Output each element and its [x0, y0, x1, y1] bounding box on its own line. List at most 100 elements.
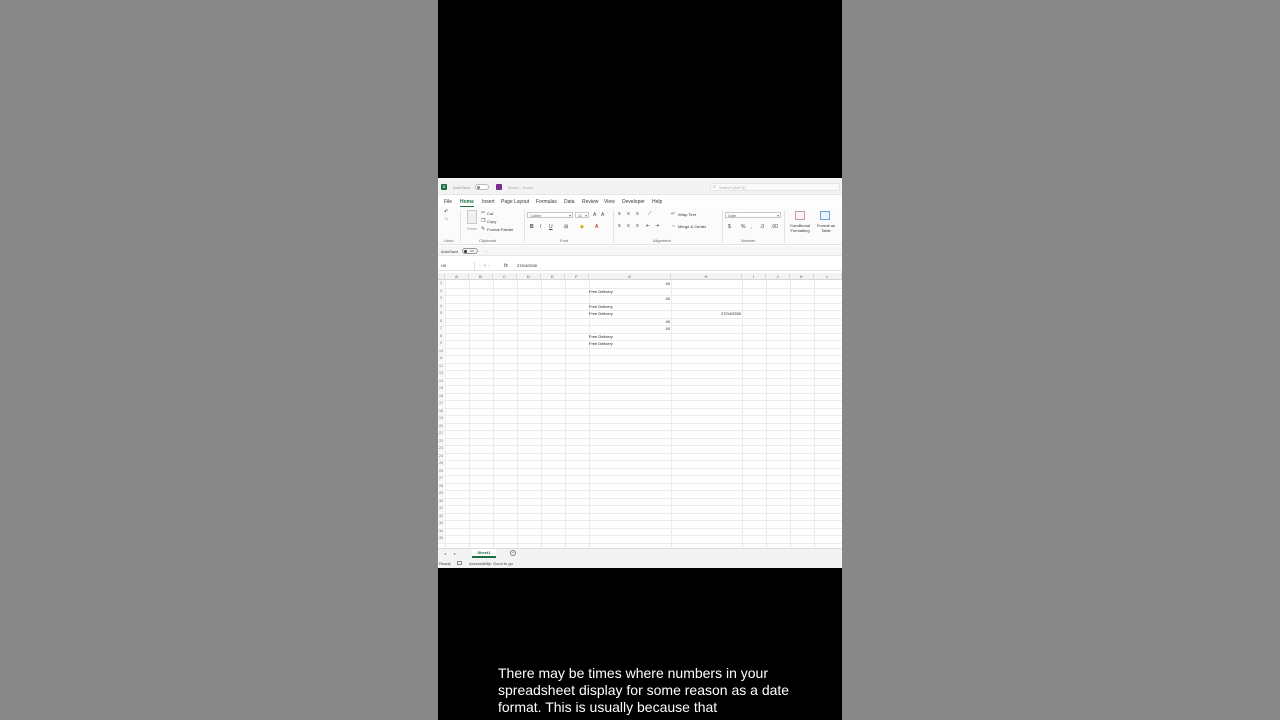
next-sheet-icon[interactable]: ▸ — [454, 551, 456, 556]
sheet-tab-sheet1[interactable]: Sheet1 — [472, 549, 496, 558]
row-header[interactable]: 17 — [438, 400, 444, 407]
copy-button[interactable]: Copy — [487, 219, 496, 224]
cell-g6[interactable]: 40 — [589, 318, 670, 325]
worksheet-grid[interactable]: A B C D E F G H I J K L 1 2 3 4 5 6 7 8 9 10 11 12 1… — [438, 273, 842, 548]
row-header[interactable]: 16 — [438, 392, 444, 400]
row-header[interactable]: 5 — [438, 310, 444, 317]
column-header-h[interactable]: H — [671, 273, 742, 280]
cell-h5[interactable]: 27/04/2530 — [671, 310, 741, 317]
save-icon[interactable] — [496, 184, 502, 190]
column-header-k[interactable]: K — [790, 273, 814, 280]
number-format-select[interactable]: Date — [725, 212, 781, 218]
tab-data[interactable]: Data — [564, 199, 575, 205]
macro-record-icon[interactable] — [457, 561, 462, 565]
wrap-text-button[interactable]: Wrap Text — [678, 212, 696, 217]
row-header[interactable]: 2 — [438, 287, 444, 295]
row-header[interactable]: 10 — [438, 347, 444, 355]
row-header[interactable]: 9 — [438, 340, 444, 347]
add-sheet-button[interactable]: + — [510, 550, 516, 556]
row-header[interactable]: 6 — [438, 317, 444, 325]
row-header[interactable]: 14 — [438, 377, 444, 385]
align-center-icon[interactable]: ≡ — [627, 223, 630, 229]
cell-g7[interactable]: 40 — [589, 325, 670, 332]
row-header[interactable]: 8 — [438, 332, 444, 340]
tab-view[interactable]: View — [604, 199, 615, 205]
redo-icon[interactable]: ↷ — [444, 217, 448, 223]
cell-f9[interactable]: Free Delivery — [589, 340, 669, 347]
column-header-a[interactable]: A — [445, 273, 469, 280]
row-header[interactable]: 25 — [438, 460, 444, 467]
row-header[interactable]: 13 — [438, 370, 444, 377]
row-header[interactable]: 15 — [438, 385, 444, 392]
comma-icon[interactable]: , — [751, 224, 752, 230]
select-all-corner[interactable] — [438, 273, 445, 280]
tab-review[interactable]: Review — [582, 199, 598, 205]
tab-home[interactable]: Home — [460, 199, 474, 207]
row-header[interactable]: 30 — [438, 497, 444, 505]
row-header[interactable]: 35 — [438, 535, 444, 542]
undo-icon[interactable]: ↶ — [444, 209, 448, 215]
row-header[interactable]: 11 — [438, 355, 444, 362]
row-header[interactable]: 21 — [438, 430, 444, 437]
formula-input[interactable]: 27/04/2530 — [517, 262, 537, 270]
format-as-table-button[interactable]: Format as Table — [815, 223, 837, 233]
row-header[interactable]: 24 — [438, 452, 444, 460]
cell-f8[interactable]: Free Delivery — [589, 333, 669, 340]
decrease-indent-icon[interactable]: ⇤ — [646, 223, 650, 229]
font-size-select[interactable]: 11 — [575, 212, 589, 218]
font-color-icon[interactable]: A — [595, 224, 598, 230]
row-header[interactable]: 26 — [438, 467, 444, 475]
column-header-i[interactable]: I — [742, 273, 766, 280]
column-header-b[interactable]: B — [469, 273, 493, 280]
bold-button[interactable]: B — [530, 224, 534, 230]
cell-f4[interactable]: Free Delivery — [589, 303, 669, 310]
decrease-decimal-icon[interactable]: .00 — [771, 224, 778, 230]
search-input[interactable]: Search (Alt+Q) — [710, 183, 840, 191]
cell-g1[interactable]: 40 — [589, 280, 670, 287]
row-header[interactable]: 3 — [438, 295, 444, 302]
column-header-f[interactable]: F — [565, 273, 589, 280]
align-top-icon[interactable]: ≡ — [618, 211, 621, 217]
cut-button[interactable]: Cut — [487, 211, 493, 216]
borders-icon[interactable]: ⊞ — [564, 224, 568, 230]
quick-access-icon[interactable]: ↑ — [485, 249, 487, 254]
row-header[interactable]: 19 — [438, 415, 444, 422]
name-box[interactable]: H5 — [439, 262, 475, 270]
increase-font-icon[interactable]: A — [593, 212, 596, 218]
column-header-j[interactable]: J — [766, 273, 790, 280]
column-header-d[interactable]: D — [517, 273, 541, 280]
insert-function-button[interactable]: fx — [504, 262, 508, 270]
paste-icon[interactable] — [467, 210, 477, 224]
align-bottom-icon[interactable]: ≡ — [636, 211, 639, 217]
increase-indent-icon[interactable]: ⇥ — [655, 223, 659, 229]
conditional-formatting-button[interactable]: Conditional Formatting — [787, 223, 813, 233]
tab-file[interactable]: File — [444, 199, 452, 205]
autosave-toggle[interactable] — [475, 184, 489, 190]
currency-icon[interactable]: $ — [728, 224, 731, 230]
tab-help[interactable]: Help — [652, 199, 662, 205]
column-header-e[interactable]: E — [541, 273, 565, 280]
row-header[interactable]: 12 — [438, 362, 444, 370]
increase-decimal-icon[interactable]: .0 — [760, 224, 764, 230]
tab-page-layout[interactable]: Page Layout — [501, 199, 529, 205]
column-header-c[interactable]: C — [493, 273, 517, 280]
format-as-table-icon[interactable] — [820, 211, 830, 220]
decrease-font-icon[interactable]: A — [601, 212, 604, 218]
percent-icon[interactable]: % — [741, 224, 745, 230]
orientation-icon[interactable]: ⟋ — [648, 211, 652, 217]
column-header-g[interactable]: G — [589, 273, 671, 280]
row-header[interactable]: 23 — [438, 445, 444, 452]
italic-button[interactable]: I — [540, 224, 541, 230]
row-header[interactable]: 34 — [438, 527, 444, 535]
conditional-formatting-icon[interactable] — [795, 211, 805, 220]
align-right-icon[interactable]: ≡ — [636, 223, 639, 229]
row-header[interactable]: 1 — [438, 280, 444, 287]
font-name-select[interactable]: Calibri — [527, 212, 573, 218]
cell-f2[interactable]: Free Delivery — [589, 288, 669, 295]
row-header[interactable]: 20 — [438, 422, 444, 430]
row-header[interactable]: 31 — [438, 505, 444, 512]
prev-sheet-icon[interactable]: ◂ — [444, 551, 446, 556]
accessibility-status[interactable]: Accessibility: Good to go — [469, 561, 513, 566]
row-header[interactable]: 28 — [438, 482, 444, 490]
column-header-l[interactable]: L — [814, 273, 842, 280]
